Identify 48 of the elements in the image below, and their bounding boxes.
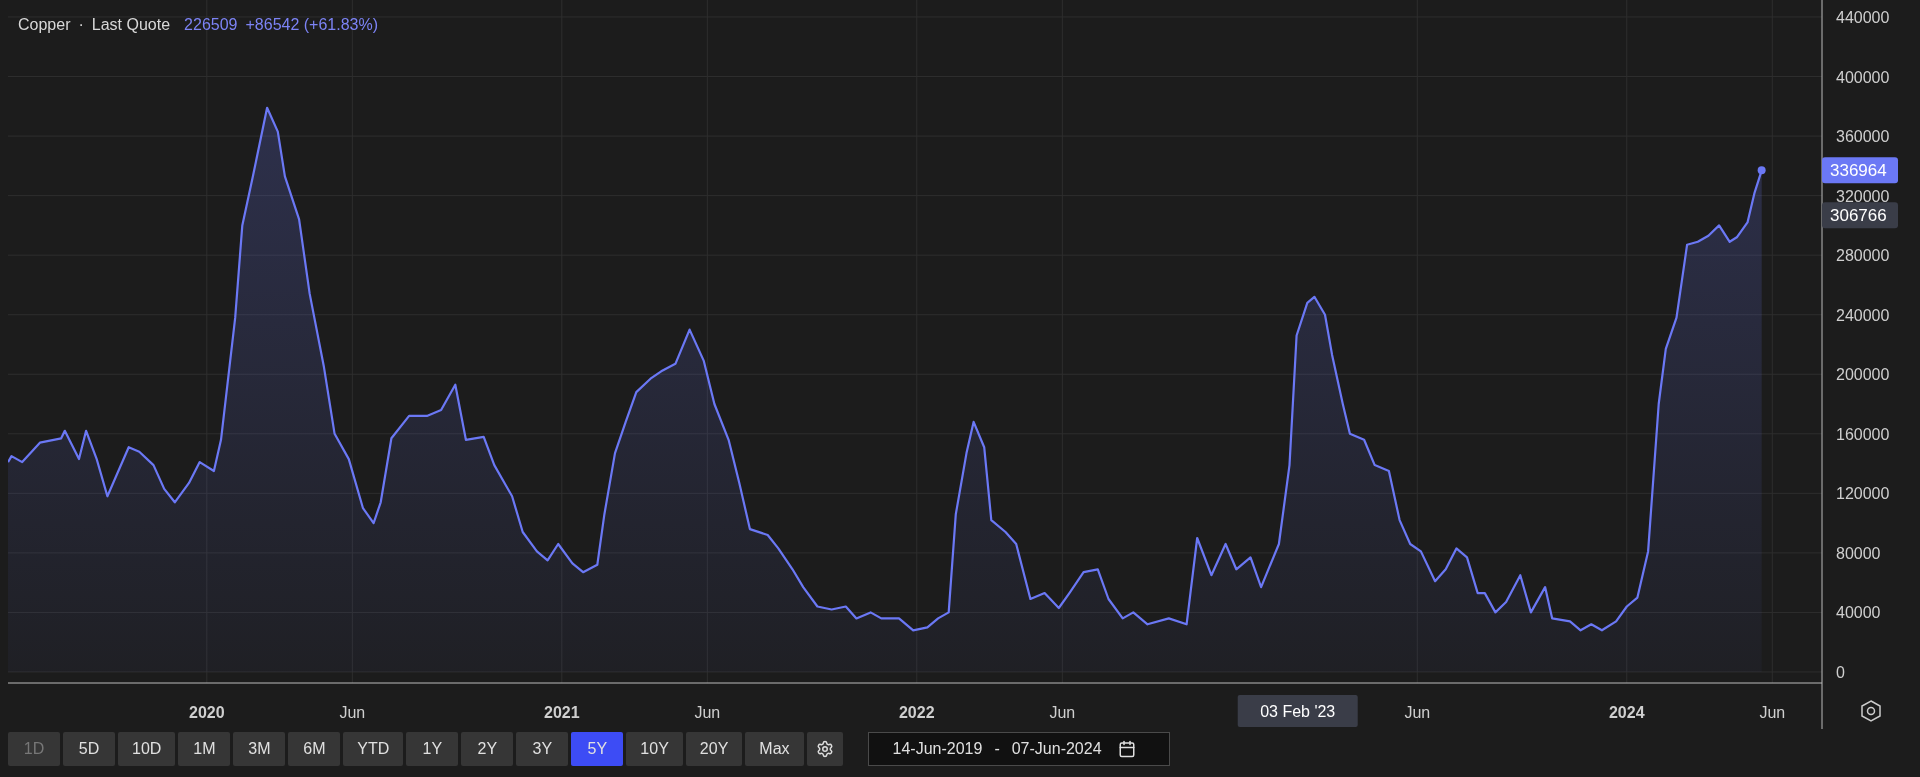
period-button[interactable]: 3Y — [516, 732, 569, 766]
period-button[interactable]: 6M — [288, 732, 341, 766]
last-point-marker — [1757, 166, 1766, 175]
gear-icon — [815, 740, 834, 758]
settings-icon[interactable] — [1861, 700, 1881, 722]
period-button[interactable]: 1M — [178, 732, 231, 766]
period-button[interactable]: 5Y — [571, 732, 624, 766]
y-axis-label: 320000 — [1836, 187, 1890, 205]
y-axis-label: 400000 — [1836, 68, 1890, 86]
instrument-name: Copper — [18, 16, 71, 34]
x-axis-label: 2022 — [899, 704, 935, 721]
y-axis-label: 440000 — [1836, 8, 1890, 26]
y-axis-label: 360000 — [1836, 128, 1890, 146]
y-axis-label: 280000 — [1836, 247, 1890, 265]
x-axis-label: 2021 — [544, 704, 580, 721]
period-button[interactable]: Max — [745, 732, 804, 766]
period-button[interactable]: 10D — [118, 732, 176, 766]
period-button[interactable]: 2Y — [461, 732, 514, 766]
period-button[interactable]: YTD — [343, 732, 404, 766]
quote-value: 226509 — [184, 16, 238, 34]
y-axis-label: 240000 — [1836, 306, 1890, 324]
period-button[interactable]: 10Y — [626, 732, 683, 766]
x-axis-label: 2024 — [1608, 704, 1645, 721]
x-axis-label: Jun — [339, 704, 366, 721]
y-axis-label: 80000 — [1836, 544, 1881, 562]
x-axis-label: Jun — [1404, 704, 1431, 721]
x-axis-label: 2020 — [189, 704, 225, 721]
price-badge: 336964 — [1822, 157, 1898, 184]
price-badge: 306766 — [1822, 202, 1898, 229]
period-button[interactable]: 20Y — [685, 732, 743, 766]
x-axis-label: Jun — [1759, 704, 1786, 721]
quote-field: Last Quote — [91, 16, 171, 34]
y-axis-label: 120000 — [1836, 485, 1890, 503]
separator-dot: · — [78, 16, 84, 34]
calendar-icon[interactable] — [1117, 740, 1136, 758]
date-range-field[interactable]: 14-Jun-2019 - 07-Jun-2024 — [867, 732, 1170, 766]
date-badge: 03 Feb '23 — [1237, 695, 1358, 727]
y-axis-label: 40000 — [1836, 604, 1881, 622]
period-button[interactable]: 1Y — [406, 732, 459, 766]
y-axis-label: 160000 — [1836, 425, 1890, 443]
quote-change: +86542 (+61.83%) — [245, 16, 379, 34]
y-axis-label: 200000 — [1836, 366, 1890, 384]
x-axis-label: Jun — [1049, 704, 1076, 721]
settings-button[interactable] — [806, 732, 843, 766]
x-axis-label: Jun — [694, 704, 721, 721]
period-button[interactable]: 5D — [63, 732, 115, 766]
period-button[interactable]: 3M — [233, 732, 286, 766]
y-axis-label: 0 — [1836, 664, 1845, 681]
